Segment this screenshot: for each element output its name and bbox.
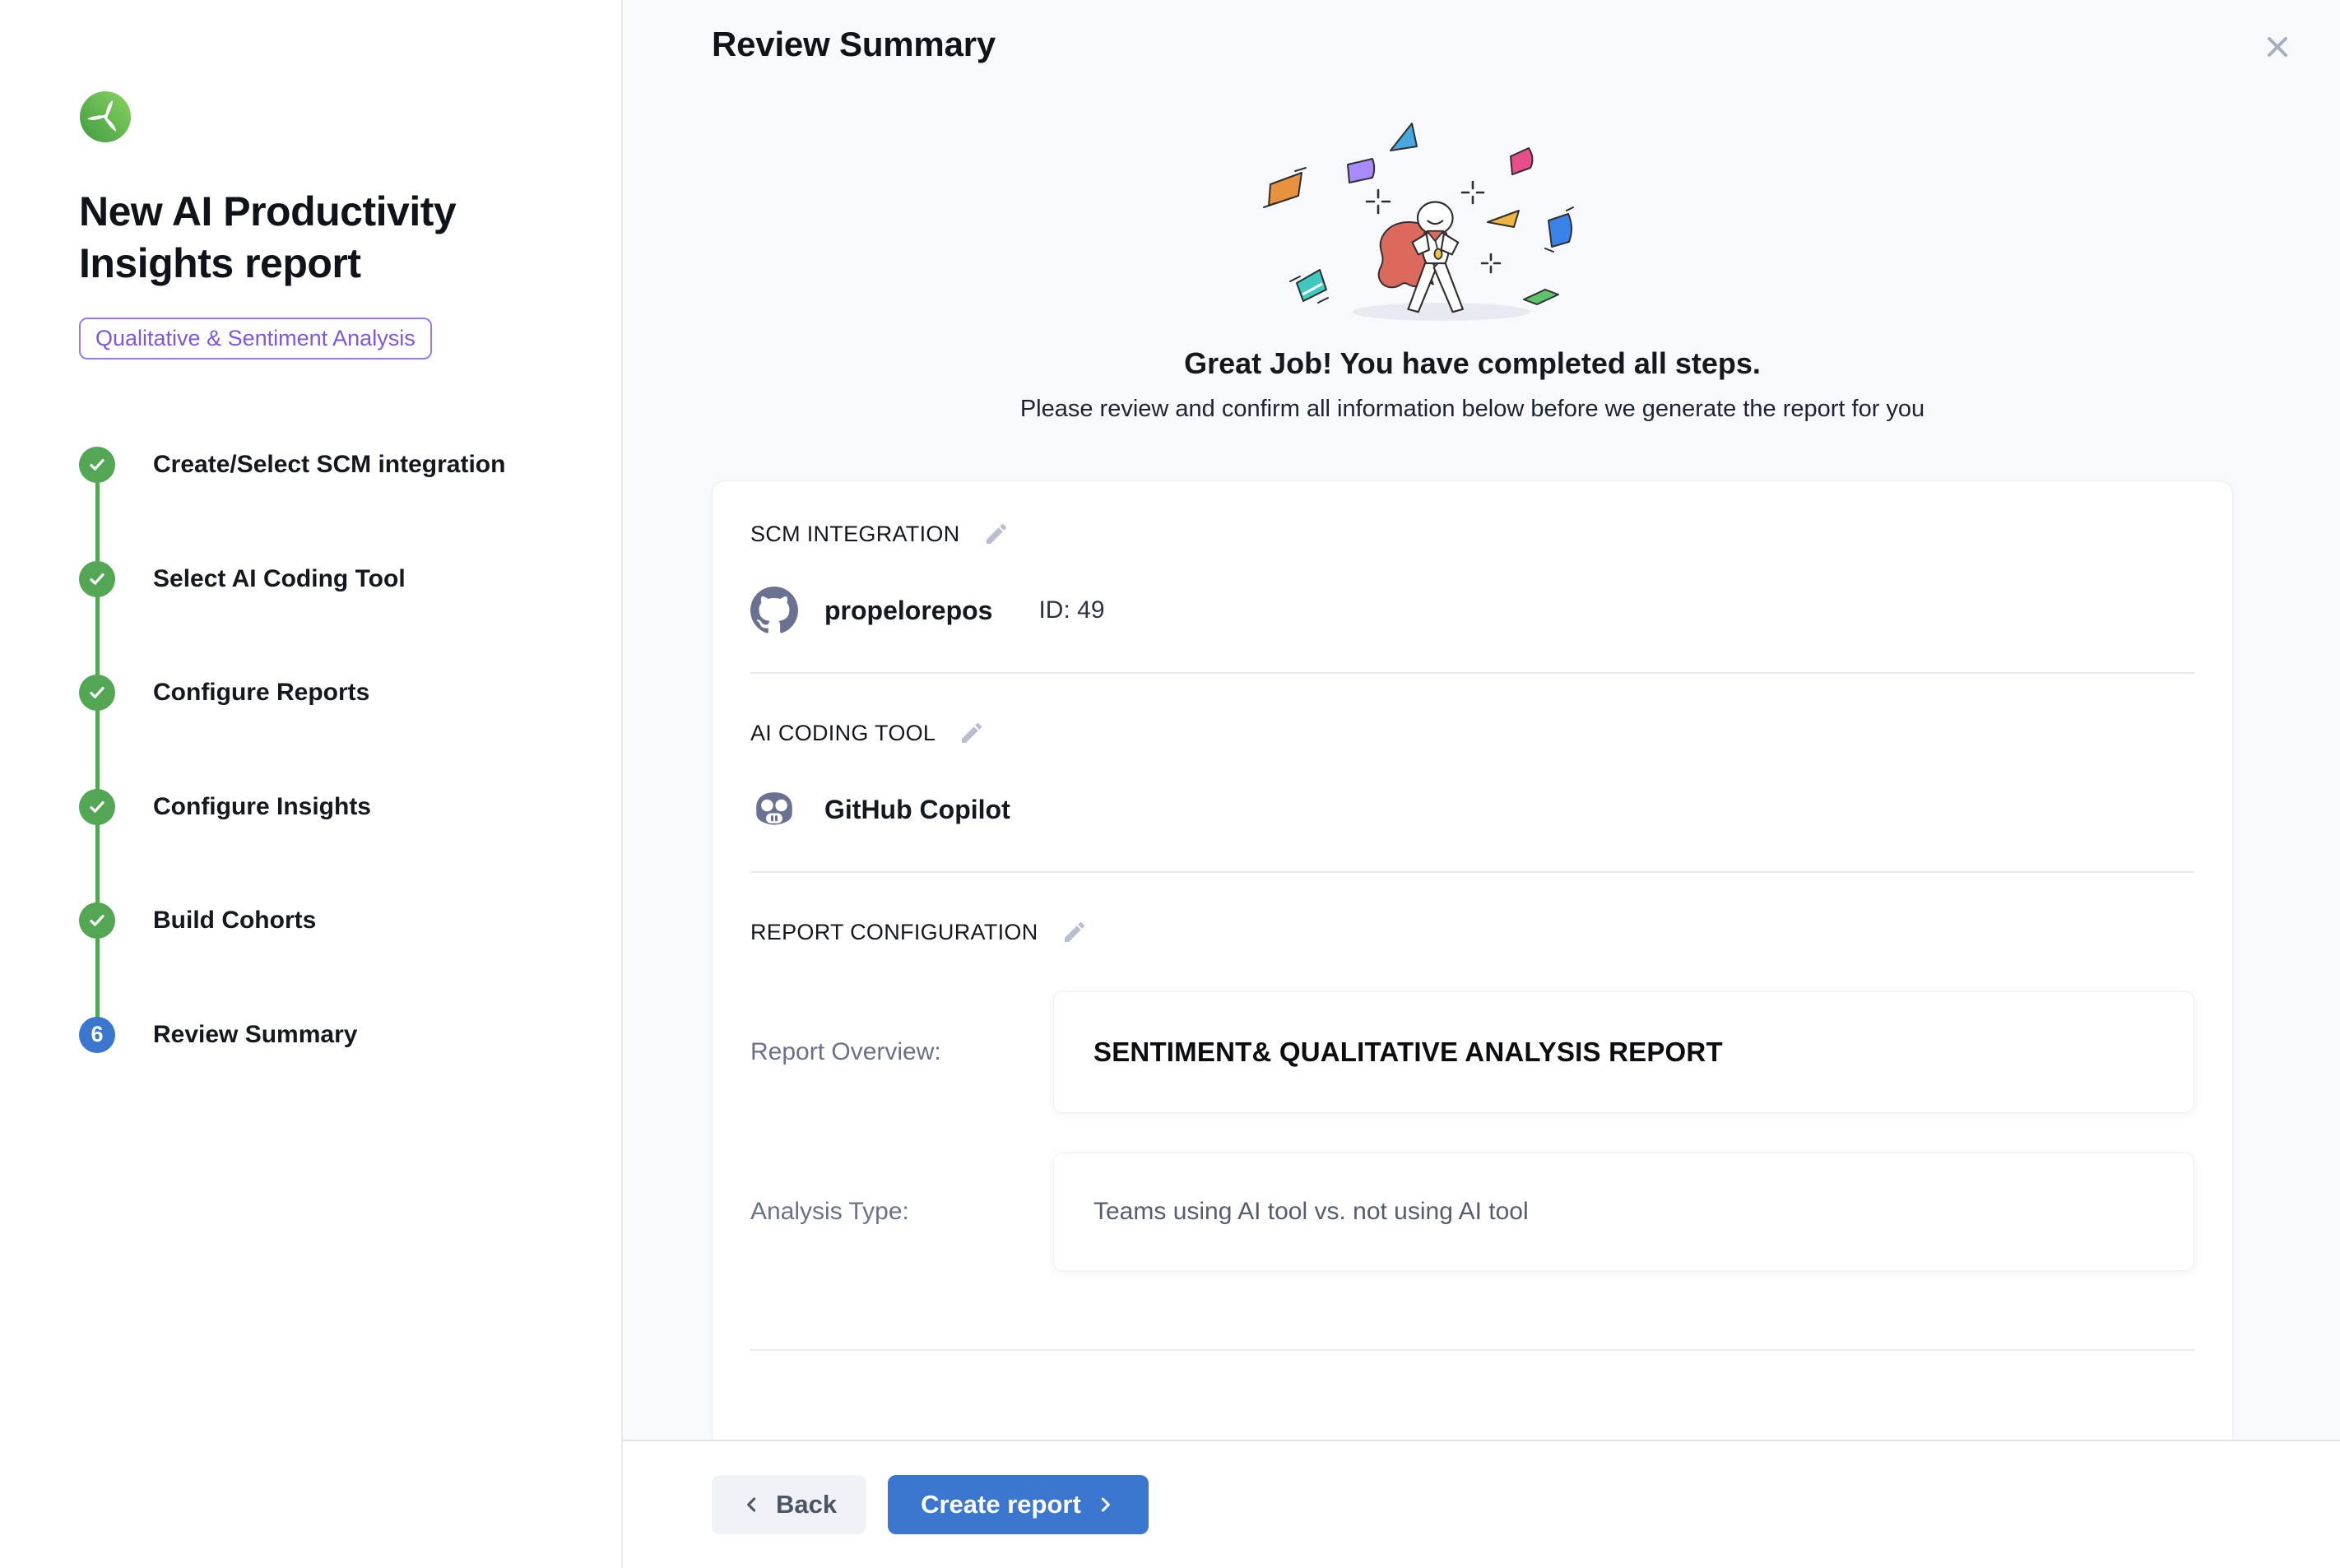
confetti-blue [1548,214,1572,247]
hero-heading: Great Job! You have completed all steps. [712,346,2233,381]
create-report-button-label: Create report [921,1490,1081,1519]
ai-coding-tool-section-header: AI CODING TOOL [750,720,2194,746]
step-completed-circle [79,675,115,711]
medal [1434,248,1442,258]
step-configure-reports[interactable]: Configure Reports [79,675,588,789]
step-number: 6 [91,1022,103,1047]
hero-subheading: Please review and confirm all informatio… [712,396,2233,423]
report-configuration-label: REPORT CONFIGURATION [750,920,1038,945]
step-completed-circle [79,902,115,939]
check-icon [86,454,108,476]
confetti-gold [1488,211,1519,227]
close-button[interactable] [2259,30,2296,66]
close-icon [2261,30,2294,63]
check-icon [86,796,108,818]
analysis-type-value: Teams using AI tool vs. not using AI too… [1093,1198,1529,1225]
scm-integration-id: ID: 49 [1038,596,1104,624]
step-label: Select AI Coding Tool [153,561,406,597]
propeller-logo-icon [79,90,132,143]
report-overview-value: SENTIMENT& QUALITATIVE ANALYSIS REPORT [1093,1037,1723,1067]
edit-icon [959,720,985,746]
analysis-type-row: Analysis Type: Teams using AI tool vs. n… [750,1153,2194,1271]
step-review-summary[interactable]: 6 Review Summary [79,1017,588,1131]
wizard-sidebar: New AI Productivity Insights report Qual… [0,0,623,1568]
app-window: New AI Productivity Insights report Qual… [0,0,2340,1568]
analysis-type-box: Teams using AI tool vs. not using AI too… [1053,1153,2194,1271]
edit-icon [983,521,1010,547]
step-label: Create/Select SCM integration [153,447,505,483]
step-completed-circle [79,789,115,825]
chevron-right-icon [1094,1494,1116,1515]
chevron-left-icon [741,1494,763,1515]
check-icon [86,568,108,590]
wizard-title: New AI Productivity Insights report [79,186,540,290]
step-label: Review Summary [153,1017,357,1053]
wizard-footer: Back Create report [623,1440,2340,1568]
step-active-circle: 6 [79,1017,115,1053]
confetti-skyblue [1391,123,1417,151]
edit-report-configuration-button[interactable] [1061,919,1088,945]
check-icon [86,682,108,703]
scm-integration-row: propelorepos ID: 49 [750,587,2194,634]
back-button[interactable]: Back [712,1475,866,1534]
analysis-type-badge: Qualitative & Sentiment Analysis [79,318,432,360]
step-configure-insights[interactable]: Configure Insights [79,789,588,903]
back-button-label: Back [776,1490,837,1519]
github-icon [750,587,798,634]
create-report-button[interactable]: Create report [888,1475,1149,1534]
confetti-teal [1297,270,1326,301]
confetti-pink [1511,148,1532,174]
confetti-orange [1269,173,1302,206]
report-overview-label: Report Overview: [750,1038,1053,1066]
step-select-ai-coding-tool[interactable]: Select AI Coding Tool [79,561,588,675]
scm-integration-label: SCM INTEGRATION [750,522,960,547]
ai-coding-tool-label: AI CODING TOOL [750,721,936,746]
analysis-type-label: Analysis Type: [750,1198,1053,1226]
confetti-purple [1348,159,1374,183]
section-divider [750,1349,2194,1351]
report-overview-row: Report Overview: SENTIMENT& QUALITATIVE … [750,991,2194,1113]
ai-coding-tool-row: GitHub Copilot [750,786,2194,833]
panel-title: Review Summary [712,25,2233,64]
report-configuration-section-header: REPORT CONFIGURATION [750,919,2194,945]
github-copilot-icon [750,786,798,833]
report-overview-box: SENTIMENT& QUALITATIVE ANALYSIS REPORT [1053,991,2194,1113]
step-create-select-scm-integration[interactable]: Create/Select SCM integration [79,447,588,561]
step-completed-circle [79,447,115,483]
scm-integration-section-header: SCM INTEGRATION [750,521,2194,547]
step-label: Configure Reports [153,675,369,711]
summary-card: SCM INTEGRATION propelorepos ID: 49 AI C… [712,480,2233,1440]
review-summary-panel: Review Summary [623,0,2340,1568]
scm-integration-name: propelorepos [824,596,992,626]
step-label: Build Cohorts [153,902,316,939]
check-icon [86,910,108,931]
panel-scroll-area[interactable]: Review Summary [623,0,2340,1440]
edit-scm-integration-button[interactable] [983,521,1010,547]
edit-ai-coding-tool-button[interactable] [959,720,985,746]
section-divider [750,871,2194,873]
ai-coding-tool-name: GitHub Copilot [824,795,1010,825]
superhero-figure [1378,202,1462,313]
section-divider [750,672,2194,674]
completion-hero: Great Job! You have completed all steps.… [712,105,2233,423]
confetti-green [1524,290,1558,304]
celebration-superhero-illustration [1226,105,1720,336]
step-completed-circle [79,561,115,597]
edit-icon [1061,919,1088,945]
step-build-cohorts[interactable]: Build Cohorts [79,902,588,1017]
step-label: Configure Insights [153,789,371,825]
wizard-stepper: Create/Select SCM integration Select AI … [79,447,588,1130]
